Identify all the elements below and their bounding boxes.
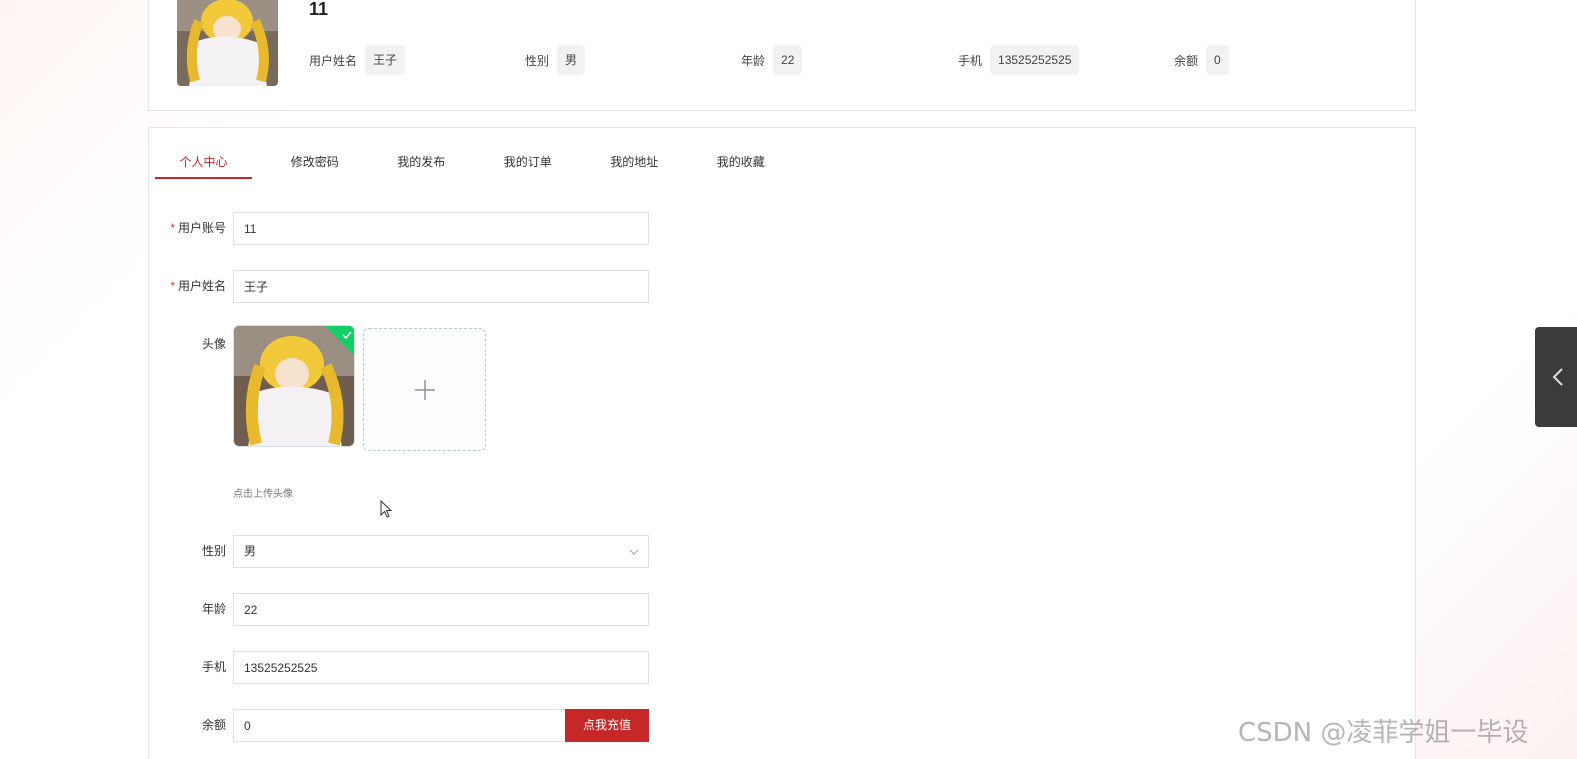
avatar-preview[interactable] [233, 325, 355, 447]
form-row-account: * 用户账号 [149, 212, 669, 245]
gender-label: 性别 [201, 544, 226, 558]
account-label: * 用户账号 [170, 221, 226, 235]
chevron-down-icon [629, 549, 639, 555]
main-panel: 个人中心 修改密码 我的发布 我的订单 我的地址 我的收藏 *用户账号 *用户姓… [148, 127, 1416, 759]
side-panel-toggle[interactable] [1535, 327, 1577, 427]
plus-icon [414, 379, 435, 400]
profile-avatar [177, 0, 278, 86]
account-input[interactable] [233, 212, 649, 245]
form-row-phone: 手机 [149, 651, 669, 684]
mouse-cursor-icon [380, 500, 393, 518]
gender-select[interactable]: 男 [233, 535, 649, 568]
form-row-avatar: 头像 点击上传头像 [149, 325, 669, 505]
tab-my-orders[interactable]: 我的订单 [475, 146, 582, 179]
tab-change-password[interactable]: 修改密码 [262, 146, 369, 179]
checkmark-icon [342, 331, 352, 340]
tab-bar: 个人中心 修改密码 我的发布 我的订单 我的地址 我的收藏 [155, 146, 794, 179]
recharge-button[interactable]: 点我充值 [565, 709, 649, 742]
age-label: 年龄 [201, 602, 226, 616]
profile-card: 11 用户姓名 王子 性别 男 年龄 22 手机 13525252525 余额 … [148, 0, 1416, 111]
tab-my-addresses[interactable]: 我的地址 [581, 146, 688, 179]
profile-field-age: 年龄 22 [741, 45, 803, 75]
profile-info-row: 用户姓名 王子 性别 男 年龄 22 手机 13525252525 余额 0 [309, 45, 1409, 75]
profile-name: 11 [309, 0, 329, 19]
profile-field-phone: 手机 13525252525 [958, 45, 1080, 75]
chevron-left-icon [1552, 368, 1563, 386]
tab-personal-center[interactable]: 个人中心 [155, 146, 252, 179]
balance-label: 余额 [201, 718, 226, 732]
profile-field-name: 用户姓名 王子 [309, 45, 406, 75]
form-row-age: 年龄 [149, 593, 669, 626]
phone-input[interactable] [233, 651, 649, 684]
age-input[interactable] [233, 593, 649, 626]
avatar-label: 头像 [201, 337, 226, 351]
watermark: CSDN @凌菲学姐一毕设 [1238, 718, 1529, 748]
profile-field-gender: 性别 男 [525, 45, 586, 75]
avatar-upload-button[interactable] [363, 328, 486, 451]
tab-my-favorites[interactable]: 我的收藏 [688, 146, 795, 179]
name-label: * 用户姓名 [170, 279, 226, 293]
balance-input[interactable] [233, 709, 567, 742]
name-input[interactable] [233, 270, 649, 303]
tab-my-posts[interactable]: 我的发布 [368, 146, 475, 179]
avatar-image [234, 326, 354, 446]
profile-field-balance: 余额 0 [1174, 45, 1229, 75]
form-row-balance: 余额 点我充值 [149, 709, 669, 742]
form-row-gender: 性别 男 [149, 535, 669, 568]
form-row-name: * 用户姓名 [149, 270, 669, 303]
upload-tip: 点击上传头像 [233, 489, 293, 500]
phone-label: 手机 [201, 660, 226, 674]
